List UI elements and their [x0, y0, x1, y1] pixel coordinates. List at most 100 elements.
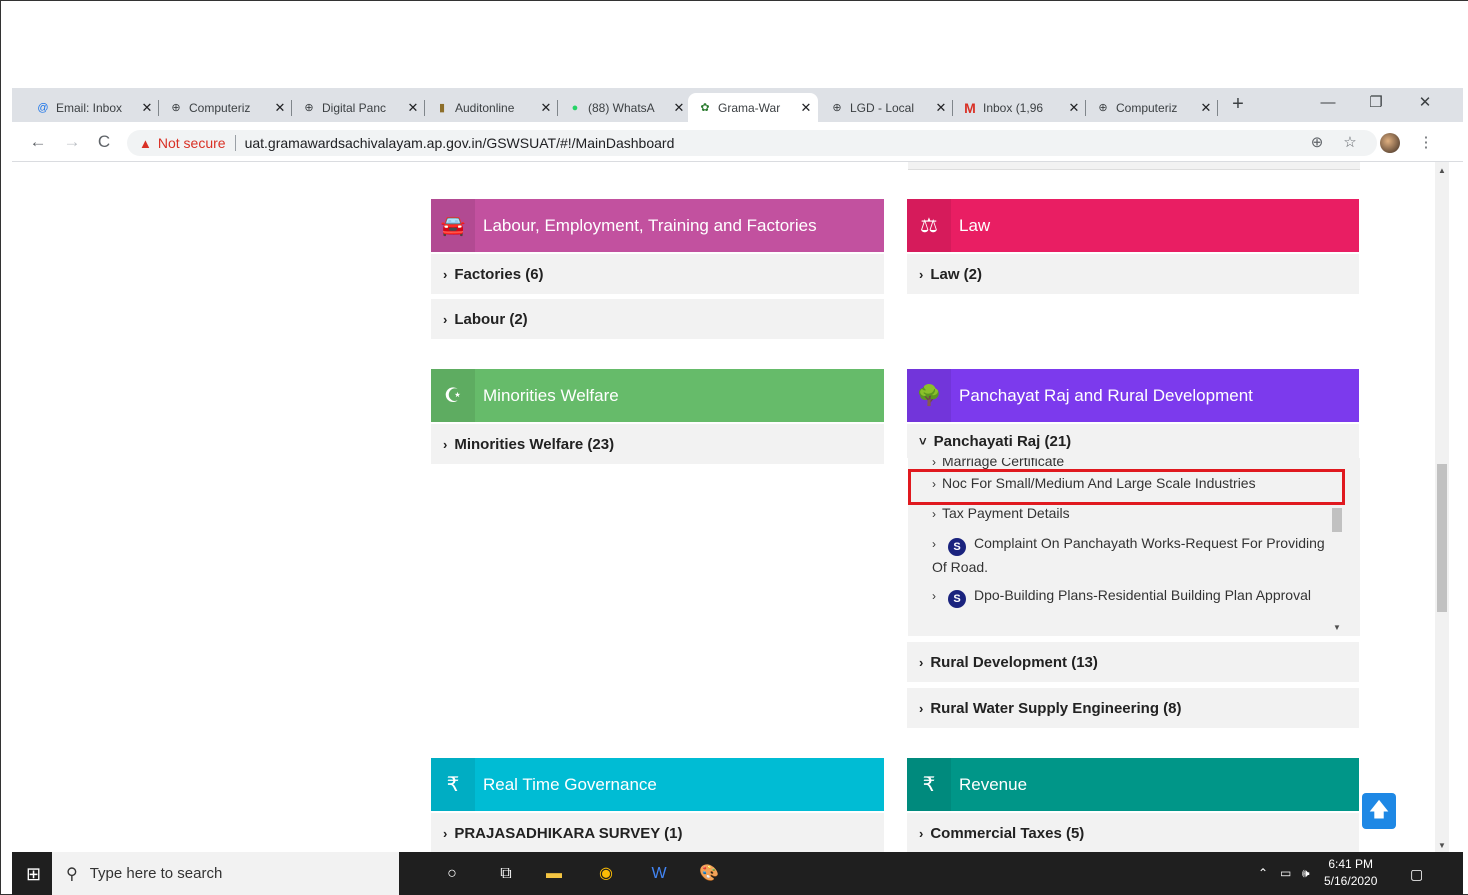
person-icon: ☪	[431, 369, 475, 422]
warning-icon: ▲	[139, 135, 152, 151]
tab-digital-panc[interactable]: ⊕ Digital Panc ✕	[292, 93, 425, 122]
cortana-icon[interactable]: ○	[440, 862, 464, 886]
gmail-icon: M	[964, 99, 976, 116]
dept-item-commercial-taxes[interactable]: › Commercial Taxes (5)	[907, 813, 1359, 852]
close-window-button[interactable]: ✕	[1410, 92, 1440, 114]
chevron-right-icon: ›	[932, 507, 936, 521]
windows-taskbar: ⊞ ⚲ Type here to search ○ ⧉ ▬ ◉ W 🎨 ⌃ ▭ …	[12, 852, 1463, 895]
file-explorer-icon[interactable]: ▬	[542, 862, 566, 886]
chevron-right-icon: ›	[932, 589, 936, 603]
dept-item-factories[interactable]: › Factories (6)	[431, 254, 884, 294]
dept-item-rural-development[interactable]: › Rural Development (13)	[907, 642, 1359, 682]
whatsapp-icon: ●	[571, 101, 579, 114]
close-icon[interactable]: ✕	[798, 100, 814, 116]
close-icon[interactable]: ✕	[139, 100, 155, 116]
dept-item-rural-water[interactable]: › Rural Water Supply Engineering (8)	[907, 688, 1359, 728]
dept-header-revenue[interactable]: ₹ Revenue	[907, 758, 1359, 811]
tab-auditonline[interactable]: ▮ Auditonline ✕	[425, 93, 558, 122]
tab-lgd[interactable]: ⊕ LGD - Local ✕	[820, 93, 953, 122]
tab-computeriz-1[interactable]: ⊕ Computeriz ✕	[159, 93, 292, 122]
close-icon[interactable]: ✕	[933, 100, 949, 116]
chevron-right-icon: ›	[443, 311, 448, 327]
search-icon: ⚲	[66, 865, 78, 883]
scales-icon: ⚖	[907, 199, 951, 252]
service-item[interactable]: › Marriage Certificate	[908, 458, 1328, 469]
menu-kebab-icon[interactable]: ⋮	[1414, 131, 1438, 155]
chevron-right-icon: ›	[919, 700, 924, 716]
close-icon[interactable]: ✕	[671, 100, 687, 116]
close-icon[interactable]: ✕	[538, 100, 554, 116]
close-icon[interactable]: ✕	[1066, 100, 1082, 116]
url-text[interactable]: uat.gramawardsachivalayam.ap.gov.in/GSWS…	[245, 135, 675, 151]
page-scrollbar[interactable]: ▲ ▼	[1435, 162, 1449, 852]
service-item-building-plan[interactable]: › S Dpo-Building Plans-Residential Buildin…	[908, 584, 1328, 608]
globe-icon: ⊕	[171, 102, 181, 114]
tab-whatsapp[interactable]: ● (88) WhatsA ✕	[558, 93, 691, 122]
bookmark-star-icon[interactable]: ☆	[1338, 131, 1362, 155]
dept-item-panchayati-raj[interactable]: ˅ Panchayati Raj (21)	[907, 424, 1359, 458]
page-content: 🚘 Labour, Employment, Training and Facto…	[12, 162, 1435, 852]
tab-email[interactable]: @ Email: Inbox ✕	[26, 93, 159, 122]
network-icon[interactable]: ▭	[1280, 866, 1291, 880]
volume-icon[interactable]: 🕪	[1302, 866, 1310, 881]
profile-avatar[interactable]	[1380, 133, 1400, 153]
chevron-right-icon: ›	[443, 825, 448, 841]
dept-header-law[interactable]: ⚖ Law	[907, 199, 1359, 252]
grama-logo-icon: ✿	[700, 102, 710, 114]
close-icon[interactable]: ✕	[1198, 100, 1214, 116]
emblem-icon: ▮	[438, 102, 446, 114]
chevron-right-icon: ›	[443, 436, 448, 452]
tab-gmail[interactable]: M Inbox (1,96 ✕	[953, 93, 1086, 122]
globe-icon: ⊕	[1098, 102, 1108, 114]
reload-button[interactable]: C	[92, 130, 116, 154]
tab-grama-ward[interactable]: ✿ Grama-War ✕	[688, 93, 818, 122]
dept-item-law[interactable]: › Law (2)	[907, 254, 1359, 294]
highlight-box	[908, 469, 1345, 505]
new-tab-button[interactable]: +	[1228, 93, 1248, 117]
notification-icon[interactable]: ▢	[1410, 866, 1423, 883]
chevron-right-icon: ›	[919, 825, 924, 841]
tab-computeriz-2[interactable]: ⊕ Computeriz ✕	[1086, 93, 1218, 122]
wps-writer-icon[interactable]: W	[647, 862, 671, 886]
dept-header-minorities[interactable]: ☪ Minorities Welfare	[431, 369, 884, 422]
close-icon[interactable]: ✕	[272, 100, 288, 116]
rupee-seal-icon: ₹	[907, 758, 951, 811]
back-button[interactable]: ←	[26, 130, 50, 154]
service-badge-icon: S	[948, 538, 966, 556]
not-secure-label[interactable]: Not secure	[158, 135, 226, 151]
paint-icon[interactable]: 🎨	[697, 862, 721, 886]
minimize-button[interactable]: —	[1313, 92, 1343, 114]
chevron-right-icon: ›	[919, 654, 924, 670]
address-bar[interactable]: ▲ Not secure uat.gramawardsachivalayam.a…	[127, 130, 1377, 156]
service-badge-icon: S	[948, 590, 966, 608]
tray-chevron-icon[interactable]: ⌃	[1258, 866, 1268, 880]
car-icon: 🚘	[431, 199, 475, 252]
taskbar-clock[interactable]: 6:41 PM 5/16/2020	[1324, 856, 1377, 890]
dept-item-prajasadhikara[interactable]: › PRAJASADHIKARA SURVEY (1)	[431, 813, 884, 852]
chevron-right-icon: ›	[443, 266, 448, 282]
dept-header-rtg[interactable]: ₹ Real Time Governance	[431, 758, 884, 811]
scroll-up-arrow-icon[interactable]: ▲	[1438, 166, 1446, 175]
scroll-down-arrow-icon[interactable]: ▼	[1333, 623, 1341, 632]
chevron-right-icon: ›	[919, 266, 924, 282]
globe-icon: ⊕	[832, 102, 842, 114]
task-view-icon[interactable]: ⧉	[494, 862, 518, 886]
dept-item-minorities-welfare[interactable]: › Minorities Welfare (23)	[431, 424, 884, 464]
service-item-tax-payment[interactable]: › Tax Payment Details	[908, 502, 1328, 525]
taskbar-search-input[interactable]: ⚲ Type here to search	[52, 852, 399, 895]
dept-header-labour[interactable]: 🚘 Labour, Employment, Training and Facto…	[431, 199, 884, 252]
scroll-to-top-button[interactable]: 🡅	[1362, 793, 1396, 829]
dept-header-panchayat[interactable]: 🌳 Panchayat Raj and Rural Development	[907, 369, 1359, 422]
scroll-down-arrow-icon[interactable]: ▼	[1438, 841, 1446, 850]
service-item-complaint-road[interactable]: › S Complaint On Panchayath Works-Request …	[908, 532, 1328, 578]
dept-item-labour[interactable]: › Labour (2)	[431, 299, 884, 339]
forward-button[interactable]: →	[60, 130, 84, 154]
chevron-down-icon: ˅	[919, 433, 927, 449]
restore-button[interactable]: ❐	[1361, 92, 1391, 114]
chevron-right-icon: ›	[932, 537, 936, 551]
close-icon[interactable]: ✕	[405, 100, 421, 116]
windows-start-icon[interactable]: ⊞	[26, 864, 41, 885]
zoom-icon[interactable]: ⊕	[1305, 131, 1329, 155]
chrome-icon[interactable]: ◉	[594, 862, 618, 886]
rupee-seal-icon: ₹	[431, 758, 475, 811]
